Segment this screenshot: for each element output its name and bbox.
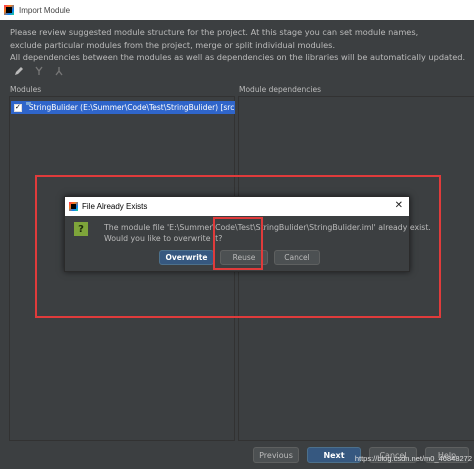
window-title: Import Module: [19, 5, 71, 15]
module-row[interactable]: ✓ StringBulider (E:\Summer\Code\Test\Str…: [11, 101, 235, 114]
overwrite-button[interactable]: Overwrite: [159, 250, 214, 265]
intellij-app-icon: [4, 5, 14, 15]
module-dependencies-label: Module dependencies: [239, 85, 322, 94]
previous-button[interactable]: Previous: [253, 447, 299, 463]
dialog-cancel-button[interactable]: Cancel: [274, 250, 320, 265]
close-icon[interactable]: ✕: [395, 200, 403, 212]
watermark-url: https://blog.csdn.net/m0_46848272: [354, 454, 472, 463]
next-button[interactable]: Next: [307, 447, 361, 463]
dialog-title: File Already Exists: [82, 202, 148, 211]
merge-icon[interactable]: [33, 65, 45, 77]
question-icon: ?: [74, 222, 88, 236]
description-text: Please review suggested module structure…: [10, 26, 470, 64]
description-line: All dependencies between the modules as …: [10, 52, 466, 62]
module-checkbox[interactable]: ✓: [14, 103, 22, 112]
module-toolbar: [13, 65, 65, 77]
edit-icon[interactable]: [13, 65, 25, 77]
module-label: StringBulider (E:\Summer\Code\Test\Strin…: [28, 103, 235, 112]
dialog-titlebar: File Already Exists ✕: [65, 197, 409, 216]
description-line: exclude particular modules from the proj…: [10, 39, 336, 50]
window-titlebar: Import Module: [0, 0, 474, 20]
description-line: Please review suggested module structure…: [10, 27, 419, 37]
modules-label: Modules: [10, 85, 42, 94]
split-icon[interactable]: [53, 65, 65, 77]
intellij-app-icon: [69, 202, 78, 211]
annotation-box-reuse: [213, 217, 263, 270]
